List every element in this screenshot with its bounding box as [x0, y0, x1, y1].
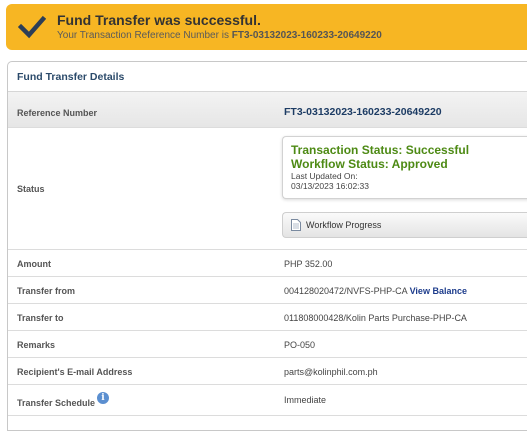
last-updated-label: Last Updated On: [291, 171, 358, 181]
panel-header: Fund Transfer Details [8, 62, 527, 92]
amount-row: Amount PHP 352.00 [8, 250, 527, 277]
transfer-to-label: Transfer to [17, 313, 64, 323]
info-icon[interactable]: i [97, 392, 109, 404]
email-value: parts@kolinphil.com.ph [284, 367, 378, 377]
check-icon [18, 15, 46, 39]
remarks-label: Remarks [17, 340, 56, 350]
transfer-from-label: Transfer from [17, 286, 76, 296]
fund-transfer-details-panel: Fund Transfer Details Reference Number F… [7, 61, 527, 431]
schedule-row: Transfer Schedule i Immediate [8, 385, 527, 416]
status-row: Status Transaction Status: Successful Wo… [8, 128, 527, 250]
remarks-row: Remarks PO-050 [8, 331, 527, 358]
view-balance-link[interactable]: View Balance [410, 286, 467, 296]
transaction-status: Transaction Status: Successful [291, 143, 470, 157]
last-updated-value: 03/13/2023 16:02:33 [291, 181, 369, 191]
panel-title: Fund Transfer Details [17, 71, 125, 83]
status-box: Transaction Status: Successful Workflow … [282, 136, 527, 199]
email-row: Recipient's E-mail Address parts@kolinph… [8, 358, 527, 385]
workflow-status: Workflow Status: Approved [291, 157, 448, 171]
reference-value: FT3-03132023-160233-20649220 [284, 106, 442, 118]
success-banner: Fund Transfer was successful. Your Trans… [6, 4, 527, 50]
remarks-value: PO-050 [284, 340, 316, 350]
email-label: Recipient's E-mail Address [17, 367, 133, 377]
transfer-to-value: 011808000428/Kolin Parts Purchase-PHP-CA [284, 313, 467, 323]
workflow-progress-button[interactable]: Workflow Progress [282, 212, 527, 238]
reference-row: Reference Number FT3-03132023-160233-206… [8, 92, 527, 128]
schedule-value: Immediate [284, 395, 327, 405]
banner-subtitle: Your Transaction Reference Number is FT3… [57, 30, 382, 41]
status-label: Status [17, 184, 45, 194]
amount-value: PHP 352.00 [284, 259, 333, 269]
transfer-from-value-wrap: 004128020472/NVFS-PHP-CA View Balance [284, 286, 467, 296]
amount-label: Amount [17, 259, 51, 269]
schedule-label: Transfer Schedule [17, 398, 96, 408]
reference-label: Reference Number [17, 108, 98, 118]
banner-subtitle-prefix: Your Transaction Reference Number is [57, 30, 229, 41]
workflow-progress-label: Workflow Progress [306, 220, 382, 230]
banner-reference: FT3-03132023-160233-20649220 [231, 30, 382, 41]
transfer-to-row: Transfer to 011808000428/Kolin Parts Pur… [8, 304, 527, 331]
transfer-from-row: Transfer from 004128020472/NVFS-PHP-CA V… [8, 277, 527, 304]
transfer-from-value: 004128020472/NVFS-PHP-CA [284, 286, 408, 296]
banner-title: Fund Transfer was successful. [57, 12, 261, 28]
document-icon [291, 219, 301, 231]
